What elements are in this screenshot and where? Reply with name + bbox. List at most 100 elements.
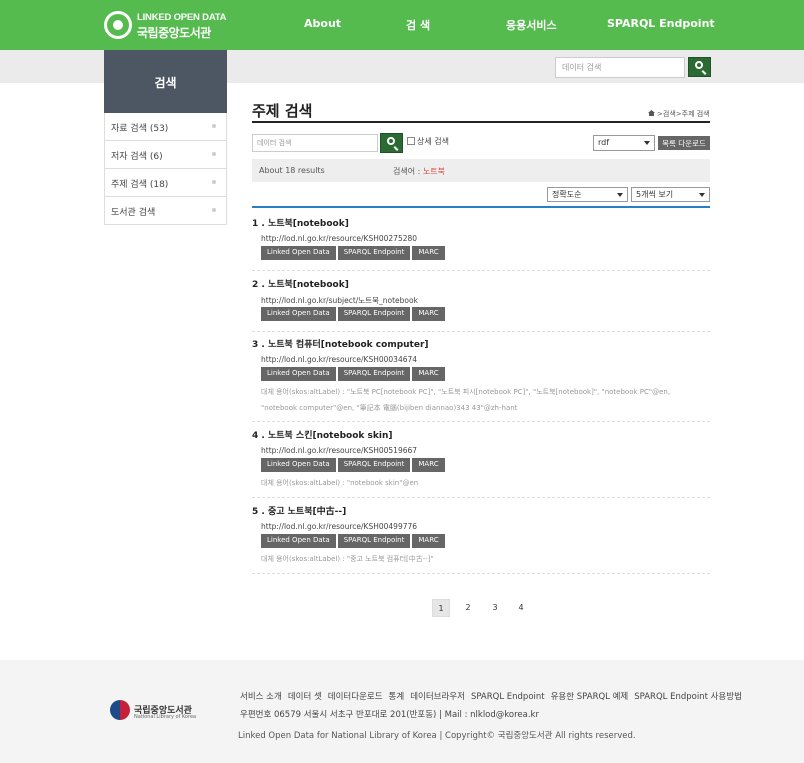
logo-emblem-icon bbox=[104, 11, 132, 39]
sidebar-item-label: 자료 검색 (53) bbox=[111, 124, 169, 134]
marc-button[interactable]: MARC bbox=[412, 367, 445, 381]
result-title[interactable]: 5 . 중고 노트북[中古--] bbox=[252, 504, 346, 517]
bullet-icon bbox=[212, 152, 216, 156]
sparql-endpoint-button[interactable]: SPARQL Endpoint bbox=[337, 458, 411, 472]
page-2-button[interactable]: 2 bbox=[459, 599, 477, 617]
result-tags: Linked Open Data SPARQL Endpoint MARC bbox=[261, 534, 447, 548]
footer-link[interactable]: 유용한 SPARQL 예제 bbox=[551, 692, 629, 702]
result-item: 3 . 노트북 컴퓨터[notebook computer] http://lo… bbox=[252, 337, 710, 422]
result-separator bbox=[252, 497, 710, 498]
footer-link[interactable]: SPARQL Endpoint bbox=[471, 692, 545, 702]
sparql-endpoint-button[interactable]: SPARQL Endpoint bbox=[337, 367, 411, 381]
page-4-button[interactable]: 4 bbox=[512, 599, 530, 617]
nav-sparql-endpoint[interactable]: SPARQL Endpoint bbox=[607, 17, 715, 30]
sidebar-item-author-search[interactable]: 저자 검색 (6) bbox=[104, 141, 227, 169]
search-icon bbox=[695, 61, 703, 69]
page-title: 주제 검색 bbox=[252, 102, 313, 120]
result-url[interactable]: http://lod.nl.go.kr/resource/KSH00275280 bbox=[261, 234, 417, 243]
subject-search-input[interactable]: 데이터 검색 bbox=[252, 134, 378, 152]
breadcrumb-current: 주제 검색 bbox=[681, 110, 710, 118]
search-icon bbox=[387, 137, 395, 145]
bullet-icon bbox=[212, 124, 216, 128]
footer-link[interactable]: 데이터다운로드 bbox=[328, 692, 383, 702]
result-item: 5 . 중고 노트북[中古--] http://lod.nl.go.kr/res… bbox=[252, 504, 710, 574]
search-term: 노트북 bbox=[422, 167, 445, 176]
alt-label-text: 대체 용어(skos:altLabel) : "중고 노트북 컴퓨터[中古--]… bbox=[261, 555, 434, 563]
result-separator bbox=[252, 270, 710, 271]
breadcrumb-item[interactable]: 검색 bbox=[663, 110, 676, 118]
sort-select[interactable]: 정확도순 bbox=[547, 187, 628, 202]
dropdown-arrow-icon bbox=[699, 193, 705, 197]
result-title[interactable]: 2 . 노트북[notebook] bbox=[252, 277, 349, 290]
marc-button[interactable]: MARC bbox=[412, 458, 445, 472]
sidebar-item-library-search[interactable]: 도서관 검색 bbox=[104, 197, 227, 225]
result-title[interactable]: 4 . 노트북 스킨[notebook skin] bbox=[252, 428, 392, 441]
page-1-button[interactable]: 1 bbox=[432, 599, 450, 617]
logo-text-korean: 국립중앙도서관 bbox=[137, 26, 211, 40]
footer-link[interactable]: SPARQL Endpoint 사용방법 bbox=[634, 692, 742, 702]
sidebar-item-subject-search[interactable]: 주제 검색 (18) bbox=[104, 169, 227, 197]
results-divider bbox=[252, 206, 710, 208]
result-count: About 18 results bbox=[259, 166, 325, 175]
sparql-endpoint-button[interactable]: SPARQL Endpoint bbox=[337, 307, 411, 321]
footer-copyright: Linked Open Data for National Library of… bbox=[238, 731, 636, 741]
footer-link[interactable]: 데이터 셋 bbox=[288, 692, 322, 702]
nav-services[interactable]: 응용서비스 bbox=[506, 17, 557, 33]
sidebar-title-box: 검색 bbox=[104, 50, 227, 113]
result-tags: Linked Open Data SPARQL Endpoint MARC bbox=[261, 246, 447, 260]
linked-open-data-button[interactable]: Linked Open Data bbox=[261, 458, 336, 472]
top-search-input[interactable]: 데이터 검색 bbox=[555, 57, 685, 78]
result-separator bbox=[252, 331, 710, 332]
sidebar-item-material-search[interactable]: 자료 검색 (53) bbox=[104, 113, 227, 141]
nav-search[interactable]: 검 색 bbox=[406, 17, 430, 33]
national-emblem-icon bbox=[110, 700, 130, 720]
alt-label-text: "notebook computer"@en, "筆記本 電腦(bijiben … bbox=[261, 404, 518, 412]
sparql-endpoint-button[interactable]: SPARQL Endpoint bbox=[337, 534, 411, 548]
result-tags: Linked Open Data SPARQL Endpoint MARC bbox=[261, 307, 447, 321]
search-term-display: 검색어 : 노트북 bbox=[393, 167, 445, 176]
sidebar-item-label: 저자 검색 (6) bbox=[111, 152, 163, 162]
linked-open-data-button[interactable]: Linked Open Data bbox=[261, 246, 336, 260]
bullet-icon bbox=[212, 208, 216, 212]
sparql-endpoint-button[interactable]: SPARQL Endpoint bbox=[337, 246, 411, 260]
result-separator bbox=[252, 421, 710, 422]
footer-logo-subtitle: National Library of Korea bbox=[134, 714, 197, 720]
site-logo[interactable]: LINKED OPEN DATA 국립중앙도서관 bbox=[104, 9, 227, 41]
footer-link[interactable]: 서비스 소개 bbox=[240, 692, 282, 702]
format-select[interactable]: rdf bbox=[593, 135, 655, 151]
logo-text-english: LINKED OPEN DATA bbox=[137, 12, 227, 23]
per-page-select[interactable]: 5개씩 보기 bbox=[631, 187, 710, 202]
dropdown-arrow-icon bbox=[617, 193, 623, 197]
footer-links: 서비스 소개 데이터 셋 데이터다운로드 통계 데이터브라우저 SPARQL Endpoi… bbox=[240, 690, 748, 702]
subject-search-button[interactable] bbox=[380, 133, 403, 153]
result-url[interactable]: http://lod.nl.go.kr/resource/KSH00499776 bbox=[261, 522, 417, 531]
page-3-button[interactable]: 3 bbox=[486, 599, 504, 617]
result-url[interactable]: http://lod.nl.go.kr/subject/노트북_notebook bbox=[261, 295, 418, 306]
marc-button[interactable]: MARC bbox=[412, 534, 445, 548]
result-item: 1 . 노트북[notebook] http://lod.nl.go.kr/re… bbox=[252, 216, 710, 271]
footer: 국립중앙도서관 National Library of Korea 서비스 소개… bbox=[0, 660, 804, 763]
footer-link[interactable]: 통계 bbox=[389, 692, 405, 702]
top-search-button[interactable] bbox=[688, 57, 711, 77]
bullet-icon bbox=[212, 180, 216, 184]
nav-about[interactable]: About bbox=[304, 17, 341, 30]
footer-address: 우편번호 06579 서울시 서초구 반포대로 201(반포동) | Mail … bbox=[240, 710, 539, 720]
result-item: 2 . 노트북[notebook] http://lod.nl.go.kr/su… bbox=[252, 277, 710, 332]
linked-open-data-button[interactable]: Linked Open Data bbox=[261, 534, 336, 548]
result-separator bbox=[252, 573, 710, 574]
marc-button[interactable]: MARC bbox=[412, 307, 445, 321]
footer-link[interactable]: 데이터브라우저 bbox=[410, 692, 465, 702]
home-icon[interactable] bbox=[648, 110, 655, 116]
result-title[interactable]: 3 . 노트북 컴퓨터[notebook computer] bbox=[252, 337, 429, 350]
result-tags: Linked Open Data SPARQL Endpoint MARC bbox=[261, 458, 447, 472]
result-summary-bar: About 18 results 검색어 : 노트북 bbox=[252, 159, 710, 182]
result-url[interactable]: http://lod.nl.go.kr/resource/KSH00034674 bbox=[261, 355, 417, 364]
linked-open-data-button[interactable]: Linked Open Data bbox=[261, 307, 336, 321]
download-list-button[interactable]: 목록 다운로드 bbox=[658, 136, 710, 150]
dropdown-arrow-icon bbox=[644, 141, 650, 145]
linked-open-data-button[interactable]: Linked Open Data bbox=[261, 367, 336, 381]
marc-button[interactable]: MARC bbox=[412, 246, 445, 260]
result-url[interactable]: http://lod.nl.go.kr/resource/KSH00519667 bbox=[261, 446, 417, 455]
advanced-search-checkbox[interactable] bbox=[407, 137, 415, 145]
result-title[interactable]: 1 . 노트북[notebook] bbox=[252, 216, 349, 229]
